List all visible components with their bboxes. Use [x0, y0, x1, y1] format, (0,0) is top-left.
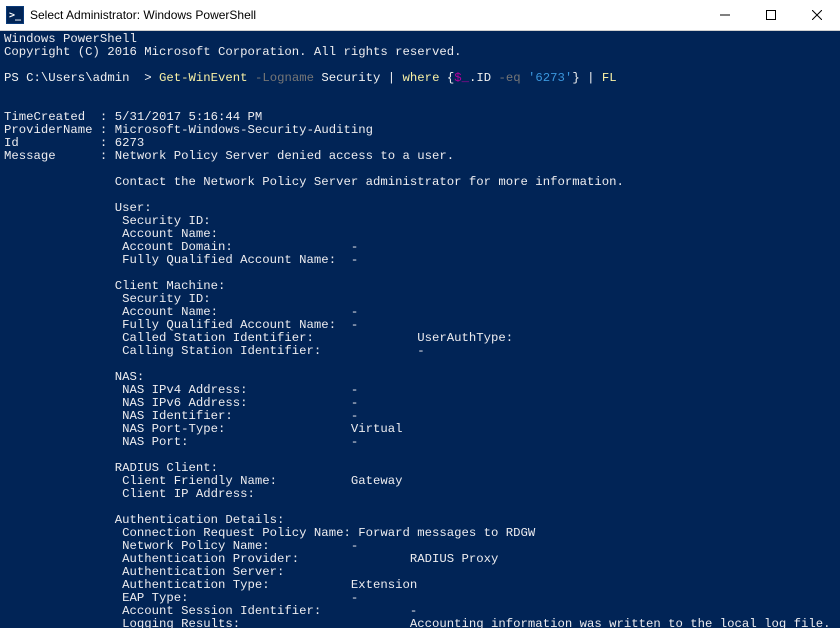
msg-client-hdr: Client Machine:: [4, 279, 225, 293]
window-controls: [702, 0, 840, 30]
msg-called-sta: Called Station Identifier: UserAuthType:: [4, 331, 513, 345]
msg-acctname: Account Name:: [4, 227, 218, 241]
msg-client-ip: Client IP Address:: [4, 487, 255, 501]
param-logname: -Logname: [248, 71, 314, 85]
msg-radius-hdr: RADIUS Client:: [4, 461, 218, 475]
msg-contact: Contact the Network Policy Server admini…: [4, 175, 624, 189]
titlebar[interactable]: >_ Select Administrator: Windows PowerSh…: [0, 0, 840, 31]
pipe-1: |: [380, 71, 402, 85]
minimize-button[interactable]: [702, 0, 748, 30]
msg-cm-acctname: Account Name: -: [4, 305, 358, 319]
field-id-label: Id :: [4, 136, 115, 150]
msg-cm-secid: Security ID:: [4, 292, 211, 306]
brace-close: }: [572, 71, 579, 85]
field-message-value: Network Policy Server denied access to a…: [115, 149, 454, 163]
console-output[interactable]: Windows PowerShell Copyright (C) 2016 Mi…: [0, 31, 840, 628]
msg-acctdomain: Account Domain: -: [4, 240, 358, 254]
prompt-ps: PS: [4, 71, 19, 85]
brace-open: {: [439, 71, 454, 85]
cmdlet-fl: FL: [602, 71, 617, 85]
msg-nas-ident: NAS Identifier: -: [4, 409, 358, 423]
field-message-label: Message :: [4, 149, 115, 163]
arg-security: Security: [314, 71, 380, 85]
field-timecreated-value: 5/31/2017 5:16:44 PM: [115, 110, 263, 124]
msg-auth-hdr: Authentication Details:: [4, 513, 284, 527]
window-title: Select Administrator: Windows PowerShell: [30, 8, 256, 22]
close-button[interactable]: [794, 0, 840, 30]
msg-nas-porttype: NAS Port-Type: Virtual: [4, 422, 402, 436]
field-provider-value: Microsoft-Windows-Security-Auditing: [115, 123, 373, 137]
msg-nas-ipv6: NAS IPv6 Address: -: [4, 396, 358, 410]
msg-nas-port: NAS Port: -: [4, 435, 358, 449]
cmdlet-get-winevent: Get-WinEvent: [159, 71, 248, 85]
msg-auth-prov: Authentication Provider: RADIUS Proxy: [4, 552, 498, 566]
msg-secid: Security ID:: [4, 214, 211, 228]
field-id-value: 6273: [115, 136, 145, 150]
msg-client-friendly: Client Friendly Name: Gateway: [4, 474, 402, 488]
msg-auth-type: Authentication Type: Extension: [4, 578, 417, 592]
close-icon: [812, 10, 822, 20]
msg-eap-type: EAP Type: -: [4, 591, 358, 605]
msg-acct-sess: Account Session Identifier: -: [4, 604, 417, 618]
msg-nas-ipv4: NAS IPv4 Address: -: [4, 383, 358, 397]
minimize-icon: [720, 10, 730, 20]
pipe-2: |: [580, 71, 602, 85]
dollar-underscore: $_: [454, 71, 469, 85]
header-line2: Copyright (C) 2016 Microsoft Corporation…: [4, 45, 462, 59]
msg-calling-sta: Calling Station Identifier: -: [4, 344, 425, 358]
maximize-icon: [766, 10, 776, 20]
prompt-path: C:\Users\admin: [26, 71, 137, 85]
cmdlet-where: where: [403, 71, 440, 85]
dot-id: .ID: [469, 71, 491, 85]
msg-nas-hdr: NAS:: [4, 370, 144, 384]
header-line1: Windows PowerShell: [4, 32, 137, 46]
msg-log-results: Logging Results: Accounting information …: [4, 617, 831, 628]
msg-fqan: Fully Qualified Account Name: -: [4, 253, 358, 267]
msg-user-hdr: User:: [4, 201, 152, 215]
powershell-window: >_ Select Administrator: Windows PowerSh…: [0, 0, 840, 628]
titlebar-left: >_ Select Administrator: Windows PowerSh…: [6, 6, 256, 24]
msg-conn-req: Connection Request Policy Name: Forward …: [4, 526, 535, 540]
field-provider-label: ProviderName :: [4, 123, 115, 137]
msg-net-policy: Network Policy Name: -: [4, 539, 358, 553]
powershell-icon: >_: [6, 6, 24, 24]
msg-cm-fqan: Fully Qualified Account Name: -: [4, 318, 358, 332]
prompt-gt: >: [137, 71, 159, 85]
id-literal: '6273': [521, 71, 573, 85]
maximize-button[interactable]: [748, 0, 794, 30]
field-timecreated-label: TimeCreated :: [4, 110, 115, 124]
eq-op: -eq: [491, 71, 521, 85]
msg-auth-server: Authentication Server:: [4, 565, 284, 579]
